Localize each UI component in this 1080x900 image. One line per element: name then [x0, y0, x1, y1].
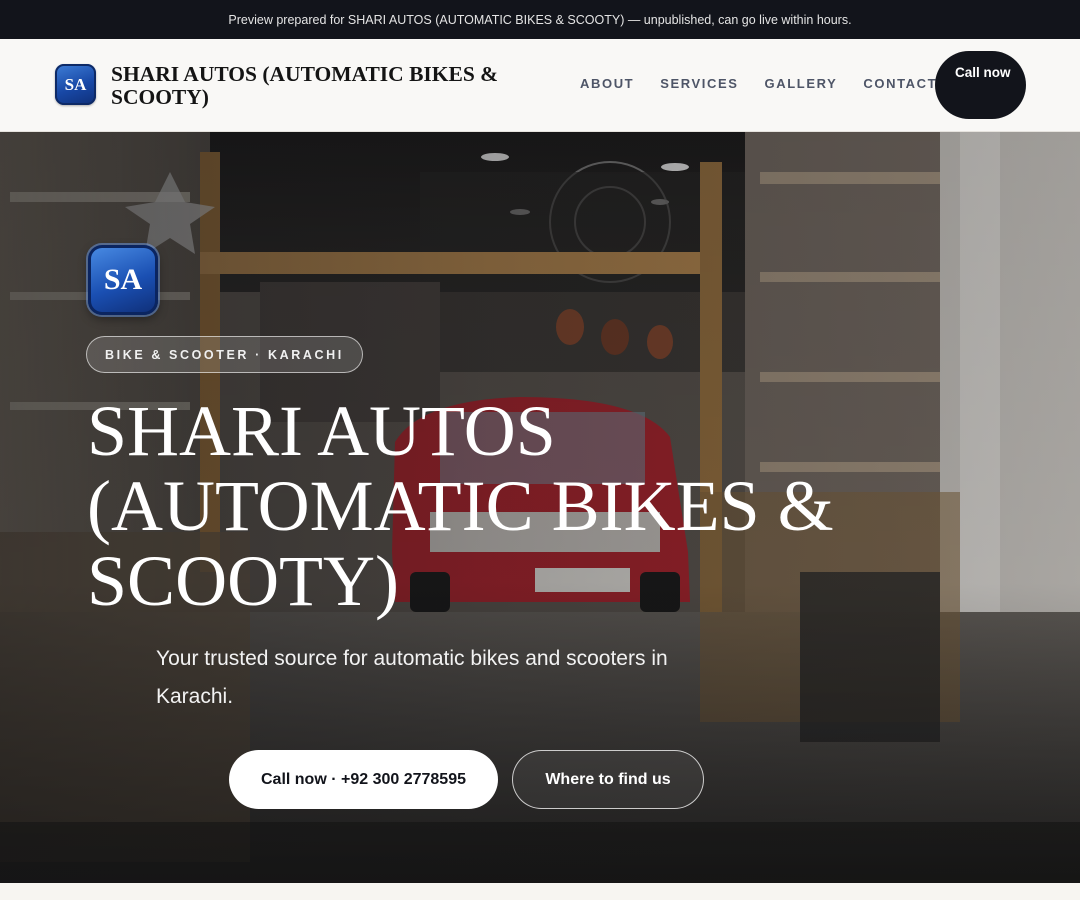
find-us-button[interactable]: Where to find us [512, 750, 704, 809]
nav-about[interactable]: ABOUT [580, 76, 634, 91]
brand[interactable]: SA SHARI AUTOS (AUTOMATIC BIKES & SCOOTY… [55, 63, 498, 109]
nav-services[interactable]: SERVICES [660, 76, 738, 91]
site-header: SA SHARI AUTOS (AUTOMATIC BIKES & SCOOTY… [0, 39, 1080, 132]
header-call-button[interactable]: Call now [935, 51, 1026, 119]
brand-logo[interactable]: SA [55, 64, 96, 105]
brand-name[interactable]: SHARI AUTOS (AUTOMATIC BIKES & SCOOTY) [111, 63, 531, 109]
nav-gallery[interactable]: GALLERY [765, 76, 838, 91]
main-nav: ABOUT SERVICES GALLERY CONTACT [580, 76, 963, 91]
nav-contact[interactable]: CONTACT [863, 76, 937, 91]
call-now-button[interactable]: Call now · +92 300 2778595 [229, 750, 498, 809]
preview-banner-text: Preview prepared for SHARI AUTOS (AUTOMA… [228, 12, 852, 27]
hero-section: SA BIKE & SCOOTER · KARACHI SHARI AUTOS … [0, 132, 1080, 883]
hero-logo: SA [88, 245, 158, 315]
preview-banner: Preview prepared for SHARI AUTOS (AUTOMA… [0, 0, 1080, 39]
hero-tag: BIKE & SCOOTER · KARACHI [86, 336, 363, 373]
hero-subtitle: Your trusted source for automatic bikes … [156, 647, 668, 708]
hero-title: SHARI AUTOS (AUTOMATIC BIKES & SCOOTY) [87, 391, 834, 621]
